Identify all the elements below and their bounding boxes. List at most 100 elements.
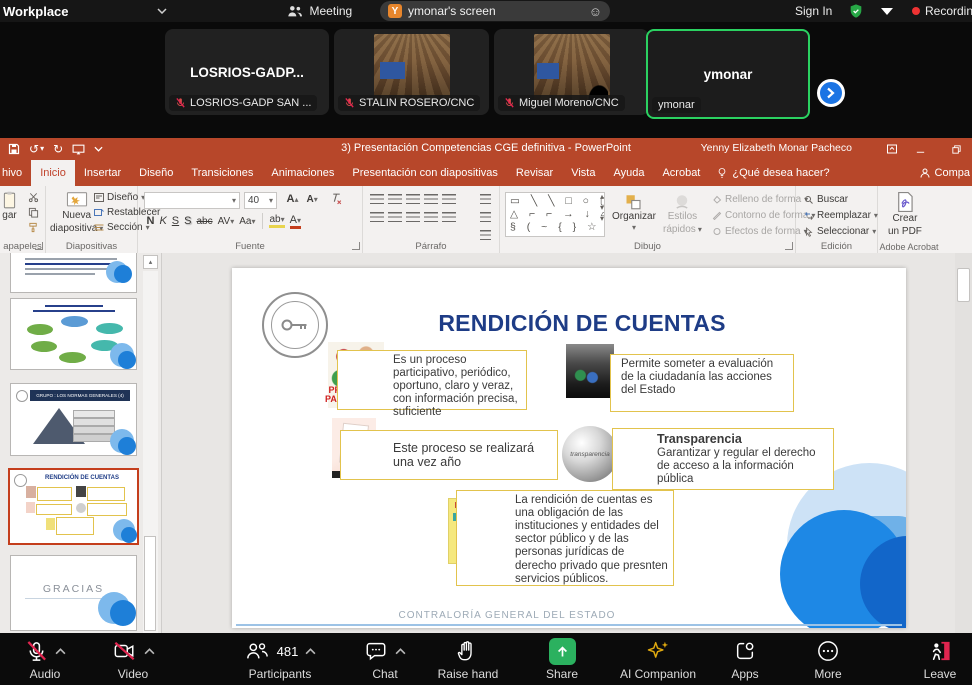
workspace-label[interactable]: Workplace bbox=[3, 4, 69, 19]
highlight-color-button[interactable]: ab▾ bbox=[269, 214, 284, 228]
dropdown-triangle-icon[interactable] bbox=[880, 7, 894, 16]
align-center-icon[interactable] bbox=[388, 212, 402, 223]
bold-button[interactable]: N bbox=[147, 215, 155, 227]
chevron-down-icon[interactable] bbox=[157, 8, 167, 14]
increase-indent-icon[interactable] bbox=[424, 194, 438, 205]
tab-insertar[interactable]: Insertar bbox=[75, 160, 130, 186]
character-spacing-button[interactable]: AV▾ bbox=[218, 216, 235, 227]
more-control[interactable]: More bbox=[783, 638, 873, 681]
select-button[interactable]: Seleccionar▾ bbox=[804, 226, 878, 237]
tab-revisar[interactable]: Revisar bbox=[507, 160, 562, 186]
leave-control[interactable]: Leave bbox=[908, 638, 972, 681]
ai-companion-control[interactable]: AI Companion bbox=[610, 638, 706, 681]
chevron-up-icon[interactable] bbox=[55, 648, 66, 655]
evaluation-photo-image[interactable] bbox=[566, 344, 614, 398]
tab-diseno[interactable]: Diseño bbox=[130, 160, 182, 186]
security-shield-icon[interactable] bbox=[848, 3, 864, 19]
tab-inicio[interactable]: Inicio bbox=[31, 160, 75, 186]
apps-control[interactable]: Apps bbox=[700, 638, 790, 681]
tab-archivo[interactable]: hivo bbox=[0, 160, 31, 186]
slide-textbox-1[interactable]: Es un proceso participativo, periódico, … bbox=[337, 350, 527, 410]
canvas-scrollbar-thumb[interactable] bbox=[957, 268, 970, 302]
drawing-dialog-launcher[interactable] bbox=[785, 242, 793, 250]
redo-button[interactable]: ↻ bbox=[53, 142, 63, 156]
tab-animaciones[interactable]: Animaciones bbox=[262, 160, 343, 186]
sign-in-button[interactable]: Sign In bbox=[795, 4, 832, 18]
account-name[interactable]: Yenny Elizabeth Monar Pacheco bbox=[701, 142, 852, 154]
replace-button[interactable]: Reemplazar▾ bbox=[804, 210, 878, 221]
underline-button[interactable]: S bbox=[172, 215, 179, 227]
cut-icon[interactable] bbox=[28, 192, 39, 203]
numbering-icon[interactable] bbox=[388, 194, 402, 205]
slide-thumbnail-3[interactable]: GRUPO : LOS NORMAS GENERALES (4) bbox=[10, 383, 137, 456]
shapes-gallery[interactable]: ▭ ╲ ╲ □ ○ ▢ △ ⌐ ⌐ → ↓ ▱ § ( ~ { } ☆ bbox=[505, 192, 605, 237]
minimize-button[interactable] bbox=[912, 141, 928, 157]
shapes-scroll-up-icon[interactable]: ▴ bbox=[600, 192, 604, 201]
thumbnail-scroll-up-button[interactable]: ▴ bbox=[143, 255, 158, 269]
italic-button[interactable]: K bbox=[159, 215, 166, 227]
shared-screen-pill[interactable]: Y ymonar's screen ☺ bbox=[380, 1, 610, 21]
smartart-convert-icon[interactable] bbox=[480, 230, 491, 241]
shapes-scroll-down-icon[interactable]: ▾ bbox=[600, 203, 604, 212]
undo-button[interactable]: ↺▾ bbox=[29, 142, 44, 156]
format-painter-icon[interactable] bbox=[28, 222, 39, 233]
ribbon-display-options-button[interactable] bbox=[884, 141, 900, 157]
bullets-icon[interactable] bbox=[370, 194, 384, 205]
slide-thumbnail-5[interactable]: GRACIAS bbox=[10, 555, 137, 631]
tab-transiciones[interactable]: Transiciones bbox=[182, 160, 262, 186]
create-pdf-button[interactable]: Crear un PDF bbox=[888, 191, 922, 238]
slide-textbox-4[interactable]: Transparencia Garantizar y regular el de… bbox=[612, 428, 834, 490]
transparencia-sphere-image[interactable]: transparencia bbox=[562, 426, 618, 482]
quick-styles-button[interactable]: Estilos rápidos▾ bbox=[663, 193, 702, 236]
strikethrough-button[interactable]: abc bbox=[196, 216, 212, 227]
tab-acrobat[interactable]: Acrobat bbox=[653, 160, 709, 186]
tab-vista[interactable]: Vista bbox=[562, 160, 604, 186]
slide-title[interactable]: RENDICIÓN DE CUENTAS bbox=[392, 310, 772, 337]
chevron-up-icon[interactable] bbox=[395, 648, 406, 655]
slide-textbox-3[interactable]: Este proceso se realizará una vez año bbox=[340, 430, 558, 480]
tab-ayuda[interactable]: Ayuda bbox=[604, 160, 653, 186]
next-participants-button[interactable] bbox=[817, 79, 845, 107]
slideshow-icon[interactable] bbox=[72, 144, 85, 155]
chevron-up-icon[interactable] bbox=[305, 648, 316, 655]
clear-formatting-icon[interactable] bbox=[330, 193, 343, 205]
decrease-indent-icon[interactable] bbox=[406, 194, 420, 205]
share-screen-control[interactable]: Share bbox=[517, 638, 607, 681]
slide-thumbnail-1[interactable] bbox=[10, 253, 137, 293]
video-tile-stalin[interactable]: STALIN ROSERO/CNC bbox=[334, 29, 489, 115]
chat-control[interactable]: Chat bbox=[340, 638, 430, 681]
align-text-icon[interactable] bbox=[480, 212, 491, 223]
video-tile-miguel[interactable]: Miguel Moreno/CNC bbox=[494, 29, 649, 115]
contraloria-seal-logo[interactable] bbox=[262, 292, 328, 358]
audio-control[interactable]: Audio bbox=[0, 638, 90, 681]
slide-textbox-5[interactable]: La rendición de cuentas es una obligació… bbox=[456, 490, 674, 586]
text-shadow-button[interactable]: S bbox=[184, 215, 191, 227]
slide-thumbnail-4-selected[interactable]: RENDICIÓN DE CUENTAS bbox=[8, 468, 139, 545]
canvas-vertical-scrollbar[interactable] bbox=[955, 253, 972, 633]
paste-button[interactable]: gar bbox=[2, 191, 17, 223]
font-dialog-launcher[interactable] bbox=[352, 242, 360, 250]
video-tile-losrios[interactable]: LOSRIOS-GADP... LOSRIOS-GADP SAN ... bbox=[165, 29, 329, 115]
font-name-combobox[interactable]: ▾ bbox=[144, 192, 240, 209]
slide-footer[interactable]: CONTRALORÍA GENERAL DEL ESTADO bbox=[362, 610, 652, 621]
slide-textbox-2[interactable]: Permite someter a evaluación de la ciuda… bbox=[610, 354, 794, 412]
align-left-icon[interactable] bbox=[370, 212, 384, 223]
thumbnail-scrollbar-thumb[interactable] bbox=[144, 536, 156, 631]
current-slide[interactable]: RENDICIÓN DE CUENTAS PROCESOS PARTICIPAT… bbox=[232, 268, 906, 628]
tab-presentacion[interactable]: Presentación con diapositivas bbox=[343, 160, 507, 186]
meeting-tab[interactable]: Meeting bbox=[287, 4, 353, 18]
ppt-share-button[interactable]: Compa bbox=[919, 160, 972, 186]
clipboard-dialog-launcher[interactable] bbox=[35, 242, 43, 250]
find-button[interactable]: Buscar bbox=[804, 194, 878, 205]
align-right-icon[interactable] bbox=[406, 212, 420, 223]
copy-icon[interactable] bbox=[28, 207, 39, 218]
reactions-icon[interactable]: ☺ bbox=[589, 5, 602, 18]
justify-icon[interactable] bbox=[424, 212, 438, 223]
shapes-more-icon[interactable]: ▾ bbox=[600, 214, 604, 223]
arrange-button[interactable]: Organizar ▾ bbox=[612, 193, 656, 232]
text-direction-icon[interactable] bbox=[480, 194, 491, 205]
tell-me-box[interactable]: ¿Qué desea hacer? bbox=[709, 160, 837, 186]
font-size-combobox[interactable]: 40▾ bbox=[244, 192, 277, 209]
video-tile-ymonar-active-speaker[interactable]: ymonar ymonar bbox=[646, 29, 810, 119]
customize-qat-icon[interactable] bbox=[94, 146, 103, 152]
